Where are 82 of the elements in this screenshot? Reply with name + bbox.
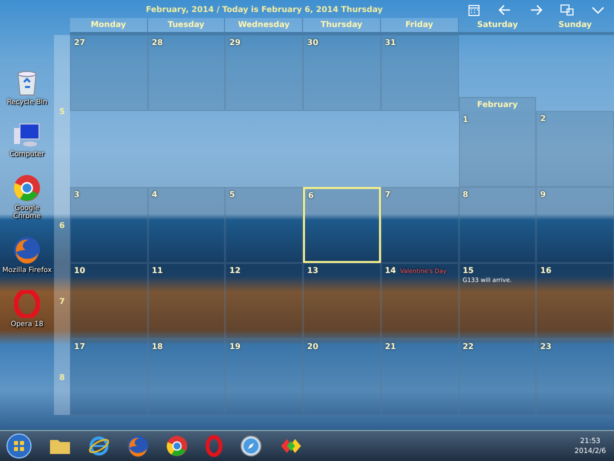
day-number: 18	[152, 342, 163, 351]
trash-bin-icon[interactable]	[15, 70, 39, 96]
day-cell[interactable]: February 1	[458, 97, 536, 187]
day-cell[interactable]: 2	[536, 111, 614, 187]
day-number: 29	[229, 38, 241, 47]
left-arrow-icon[interactable]	[498, 4, 512, 16]
week-number: 7	[59, 296, 65, 306]
day-number: 27	[74, 38, 86, 47]
day-number: 9	[540, 190, 546, 199]
colorful-app-icon[interactable]	[279, 437, 303, 455]
weekday-header: Monday	[70, 18, 148, 32]
day-number: 28	[152, 38, 163, 47]
day-cell[interactable]: 28	[148, 35, 226, 111]
day-number: 7	[384, 190, 390, 199]
day-cell[interactable]: 5	[225, 187, 304, 263]
day-number: 23	[540, 342, 552, 351]
weekday-header: Sunday	[558, 19, 593, 31]
day-cell[interactable]: 6	[303, 187, 381, 263]
day-number: 20	[307, 342, 318, 351]
day-number: 14	[384, 266, 396, 275]
day-cell[interactable]: 4	[148, 187, 226, 263]
day-cell[interactable]: 18	[148, 339, 226, 415]
day-number: 19	[229, 342, 241, 351]
day-cell[interactable]: 9	[536, 187, 614, 263]
day-number: 22	[462, 342, 474, 351]
weekday-header: Thursday	[303, 18, 381, 32]
month-label: February	[460, 98, 536, 111]
calendar-title: February, 2014 / Today is February 6, 2014 Thursday	[144, 5, 384, 14]
day-cell[interactable]: 19	[225, 339, 304, 415]
day-number: 17	[74, 342, 86, 351]
week-number: 8	[59, 372, 65, 382]
day-number: 30	[307, 38, 318, 47]
day-number: 13	[307, 266, 318, 275]
compass-icon[interactable]	[240, 435, 262, 457]
day-cell[interactable]: 20	[303, 339, 381, 415]
day-number: 12	[229, 266, 241, 275]
day-number: 5	[229, 190, 235, 199]
browser-e-icon[interactable]	[88, 435, 110, 457]
day-number: 31	[384, 38, 396, 47]
folder-icon[interactable]	[49, 437, 71, 455]
day-cell[interactable]: 12	[225, 263, 304, 339]
right-arrow-icon[interactable]	[529, 4, 544, 16]
day-number: 2	[540, 114, 546, 123]
day-cell[interactable]: 13	[303, 263, 381, 339]
day-number: 16	[540, 266, 552, 275]
weekday-header: Tuesday	[148, 18, 226, 32]
day-cell[interactable]: 10	[70, 263, 148, 339]
day-number: 15	[462, 266, 474, 275]
day-cell[interactable]: 29	[225, 35, 304, 111]
day-number: 11	[152, 266, 163, 275]
day-number: 1	[462, 115, 468, 124]
day-number: 3	[74, 190, 80, 199]
day-number: 6	[308, 191, 314, 200]
week-number: 5	[59, 106, 65, 116]
day-cell[interactable]: 3	[70, 187, 148, 263]
start-button[interactable]	[6, 433, 32, 459]
o-browser-icon[interactable]	[205, 435, 223, 457]
day-cell[interactable]: 7	[380, 187, 459, 263]
day-cell[interactable]: 11	[148, 263, 226, 339]
fox-browser-icon[interactable]	[13, 236, 41, 264]
day-cell[interactable]: 17	[70, 339, 148, 415]
weekday-header: Saturday	[476, 19, 519, 31]
computer-icon[interactable]	[13, 122, 41, 148]
day-cell[interactable]: 8	[458, 187, 536, 263]
day-number: 10	[74, 266, 86, 275]
calendar-icon[interactable]	[467, 4, 482, 16]
day-cell[interactable]: 27	[70, 35, 148, 111]
monitor-icon[interactable]	[560, 4, 574, 16]
day-cell[interactable]: 16	[536, 263, 614, 339]
day-cell[interactable]: 22	[458, 339, 536, 415]
fox-browser-icon[interactable]	[127, 435, 149, 457]
day-number: 4	[152, 190, 158, 199]
weekday-header: Wednesday	[225, 18, 304, 32]
round-browser-icon[interactable]	[166, 435, 188, 457]
day-cell[interactable]: 30	[303, 35, 381, 111]
day-number: 21	[384, 342, 396, 351]
day-cell[interactable]: 31	[380, 35, 459, 111]
day-number: 8	[462, 190, 468, 199]
day-cell[interactable]: 21	[380, 339, 459, 415]
week-number: 6	[59, 220, 65, 230]
day-cell[interactable]: 23	[536, 339, 614, 415]
weekday-header: Friday	[380, 18, 459, 32]
